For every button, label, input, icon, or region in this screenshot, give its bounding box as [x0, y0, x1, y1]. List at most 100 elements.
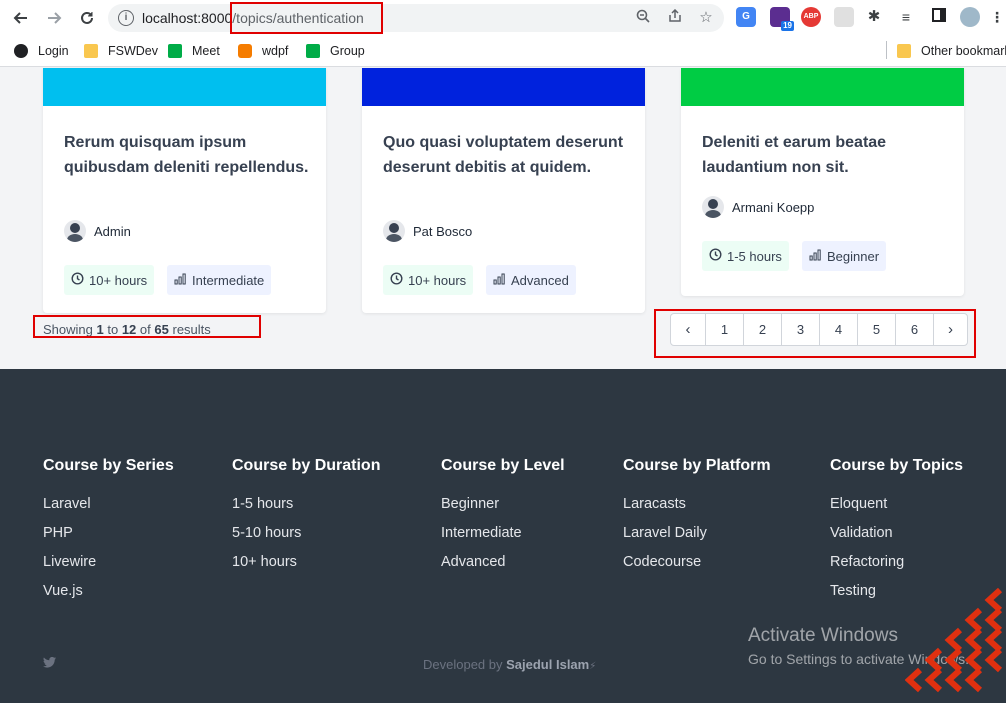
footer-link-codecourse[interactable]: Codecourse [623, 548, 771, 577]
page-button-1[interactable]: 1 [705, 314, 743, 345]
footer-column-platform: Course by Platform Laracasts Laravel Dai… [623, 457, 771, 577]
footer-link-1-5-hours[interactable]: 1-5 hours [232, 490, 380, 519]
forward-arrow-icon[interactable] [42, 6, 66, 30]
extension-badge: 19 [781, 21, 794, 31]
share-icon[interactable] [666, 8, 684, 27]
back-arrow-icon[interactable] [9, 6, 33, 30]
author-name: Admin [94, 223, 131, 239]
bookmark-fswdev[interactable]: FSWDev [84, 42, 158, 60]
duration-badge: 10+ hours [64, 265, 155, 295]
footer-column-duration: Course by Duration 1-5 hours 5-10 hours … [232, 457, 380, 577]
footer-link-advanced[interactable]: Advanced [441, 548, 565, 577]
footer-link-validation[interactable]: Validation [830, 519, 963, 548]
next-page-button[interactable]: › [933, 314, 967, 345]
card-banner [362, 68, 645, 106]
author-avatar [702, 196, 724, 218]
twitter-icon[interactable] [43, 656, 57, 671]
other-bookmarks-label: Other bookmarks [921, 44, 1006, 58]
side-panel-icon[interactable] [929, 7, 949, 27]
clock-icon [390, 272, 403, 288]
globe-icon [14, 44, 28, 58]
results-of-word: of [139, 322, 151, 337]
browser-toolbar: i localhost:8000/topics/authentication ☆… [0, 0, 1006, 36]
graduation-extension-icon[interactable]: 19 [770, 7, 794, 31]
card-title[interactable]: Quo quasi voluptatem deserunt deserunt d… [383, 131, 628, 180]
footer-link-10-plus-hours[interactable]: 10+ hours [232, 548, 380, 577]
author-name: Armani Koepp [732, 199, 815, 215]
address-bar[interactable]: i localhost:8000/topics/authentication ☆ [108, 4, 724, 32]
clock-icon [709, 248, 722, 264]
footer-heading: Course by Platform [623, 457, 771, 474]
media-control-icon[interactable]: ≡ [896, 7, 916, 27]
translate-extension-icon[interactable]: G [736, 7, 756, 27]
bookmarks-bar: Login FSWDev Meet wdpf Group Other bookm… [0, 36, 1006, 67]
url-text[interactable]: localhost:8000/topics/authentication [142, 10, 364, 26]
results-to-word: to [107, 322, 119, 337]
page-button-5[interactable]: 5 [857, 314, 895, 345]
footer-link-vuejs[interactable]: Vue.js [43, 577, 174, 606]
other-bookmarks[interactable]: Other bookmarks [897, 42, 1006, 60]
adblock-extension-icon[interactable]: ABP [801, 7, 821, 27]
folder-icon [897, 44, 911, 58]
bookmark-login[interactable]: Login [14, 42, 69, 60]
page-button-4[interactable]: 4 [819, 314, 857, 345]
footer-link-php[interactable]: PHP [43, 519, 174, 548]
card-author: Admin [64, 220, 131, 242]
bookmark-label: FSWDev [108, 44, 158, 58]
credit-prefix: Developed by [423, 657, 503, 672]
footer-link-laracasts[interactable]: Laracasts [623, 490, 771, 519]
menu-dots-icon[interactable]: ⋮ [990, 7, 1004, 27]
bookmark-star-icon[interactable]: ☆ [697, 9, 715, 27]
bookmark-label: Meet [192, 44, 220, 58]
page-button-6[interactable]: 6 [895, 314, 933, 345]
reload-icon[interactable] [75, 6, 99, 30]
level-text: Advanced [511, 272, 569, 288]
results-total: 65 [154, 322, 169, 337]
footer-link-laravel[interactable]: Laravel [43, 490, 174, 519]
zoom-icon[interactable] [634, 9, 652, 27]
level-badge: Advanced [486, 265, 576, 295]
footer-link-intermediate[interactable]: Intermediate [441, 519, 565, 548]
course-card[interactable]: Deleniti et earum beatae laudantium non … [681, 68, 964, 296]
results-suffix: results [172, 322, 211, 337]
author-avatar [64, 220, 86, 242]
previous-page-button[interactable]: ‹ [671, 314, 705, 345]
footer-heading: Course by Topics [830, 457, 964, 474]
footer-link-5-10-hours[interactable]: 5-10 hours [232, 519, 380, 548]
footer-column-series: Course by Series Laravel PHP Livewire Vu… [43, 457, 174, 606]
duration-badge: 10+ hours [383, 265, 474, 295]
credit-name[interactable]: Sajedul Islam [506, 657, 589, 672]
footer-link-livewire[interactable]: Livewire [43, 548, 174, 577]
footer-heading: Course by Level [441, 457, 565, 474]
page-button-2[interactable]: 2 [743, 314, 781, 345]
bookmark-meet[interactable]: Meet [168, 42, 220, 60]
clock-icon [71, 272, 84, 288]
card-author: Pat Bosco [383, 220, 472, 242]
footer-heading: Course by Duration [232, 457, 381, 474]
results-to: 12 [121, 322, 137, 337]
results-prefix: Showing [43, 322, 93, 337]
profile-avatar[interactable] [960, 7, 980, 27]
bookmark-wdpf[interactable]: wdpf [238, 42, 288, 60]
results-summary: Showing 1 to 12 of 65 results [43, 322, 211, 337]
footer-link-beginner[interactable]: Beginner [441, 490, 565, 519]
footer-link-laravel-daily[interactable]: Laravel Daily [623, 519, 771, 548]
page-button-3[interactable]: 3 [781, 314, 819, 345]
puzzle-extensions-icon[interactable]: ✱ [864, 7, 884, 27]
card-title[interactable]: Deleniti et earum beatae laudantium non … [702, 131, 947, 180]
grid-extension-icon[interactable] [834, 7, 854, 27]
bookmark-label: wdpf [262, 44, 289, 58]
level-badge: Beginner [802, 241, 887, 271]
footer-link-eloquent[interactable]: Eloquent [830, 490, 963, 519]
course-card[interactable]: Rerum quisquam ipsum quibusdam deleniti … [43, 68, 326, 313]
site-info-icon[interactable]: i [118, 10, 134, 26]
author-avatar [383, 220, 405, 242]
card-author: Armani Koepp [702, 196, 814, 218]
card-title[interactable]: Rerum quisquam ipsum quibusdam deleniti … [64, 131, 309, 180]
url-host: localhost:8000 [142, 10, 233, 26]
bar-chart-icon [809, 249, 822, 264]
footer-link-refactoring[interactable]: Refactoring [830, 548, 963, 577]
course-card[interactable]: Quo quasi voluptatem deserunt deserunt d… [362, 68, 645, 313]
bar-chart-icon [174, 273, 187, 288]
bookmark-group[interactable]: Group [306, 42, 365, 60]
